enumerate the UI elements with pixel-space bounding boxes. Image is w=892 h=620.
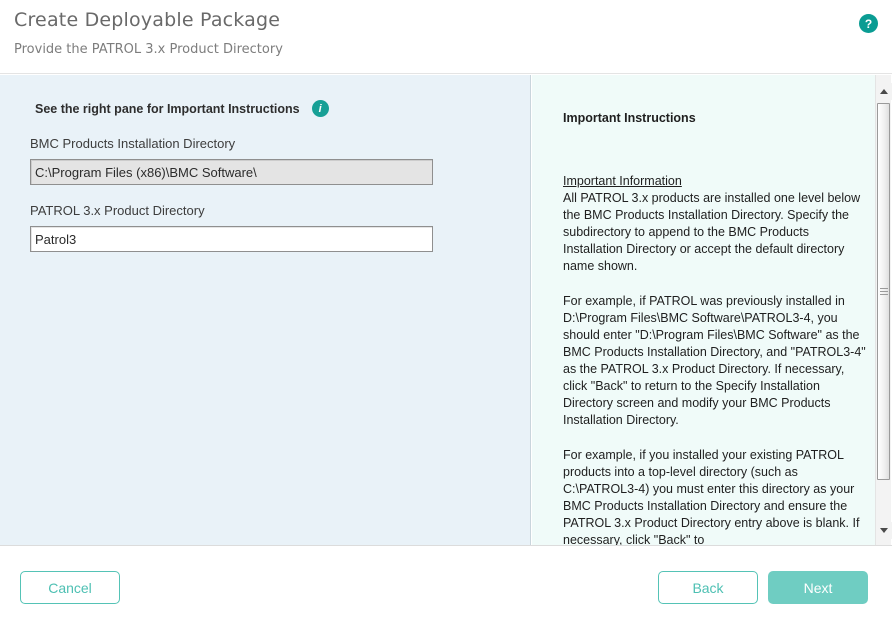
wizard-footer: Cancel Back Next — [0, 545, 892, 620]
scrollbar-grip-icon — [880, 288, 888, 295]
installation-directory-field — [30, 159, 433, 185]
product-directory-input[interactable] — [30, 226, 433, 252]
info-icon: i — [312, 100, 329, 117]
wizard-header: Create Deployable Package Provide the PA… — [0, 0, 892, 74]
installation-directory-label: BMC Products Installation Directory — [30, 136, 235, 151]
instructions-paragraph: Important Information All PATROL 3.x pro… — [563, 173, 867, 275]
main-content: See the right pane for Important Instruc… — [0, 75, 892, 545]
instructions-heading: Important Instructions — [563, 110, 867, 127]
instructions-text: All PATROL 3.x products are installed on… — [563, 191, 860, 273]
page-title: Create Deployable Package — [14, 9, 280, 31]
help-icon[interactable]: ? — [859, 14, 878, 33]
info-icon-glyph: i — [319, 103, 322, 115]
instruction-note: See the right pane for Important Instruc… — [35, 102, 300, 116]
instructions-content: Important Instructions Important Informa… — [563, 110, 867, 545]
instructions-paragraph: For example, if PATROL was previously in… — [563, 293, 867, 429]
chevron-down-icon — [880, 528, 888, 533]
next-button[interactable]: Next — [768, 571, 868, 604]
form-pane: See the right pane for Important Instruc… — [0, 75, 531, 545]
scroll-up-button[interactable] — [876, 83, 892, 100]
help-icon-glyph: ? — [865, 17, 872, 31]
product-directory-label: PATROL 3.x Product Directory — [30, 203, 205, 218]
instructions-pane: Important Instructions Important Informa… — [532, 75, 875, 545]
scrollbar-thumb[interactable] — [877, 103, 890, 480]
page-subtitle: Provide the PATROL 3.x Product Directory — [14, 42, 283, 57]
chevron-up-icon — [880, 89, 888, 94]
vertical-scrollbar[interactable] — [875, 75, 891, 545]
cancel-button[interactable]: Cancel — [20, 571, 120, 604]
important-information-heading: Important Information — [563, 174, 682, 188]
scroll-down-button[interactable] — [876, 522, 892, 539]
instructions-paragraph: For example, if you installed your exist… — [563, 447, 867, 545]
instruction-note-row: See the right pane for Important Instruc… — [35, 100, 495, 117]
back-button[interactable]: Back — [658, 571, 758, 604]
